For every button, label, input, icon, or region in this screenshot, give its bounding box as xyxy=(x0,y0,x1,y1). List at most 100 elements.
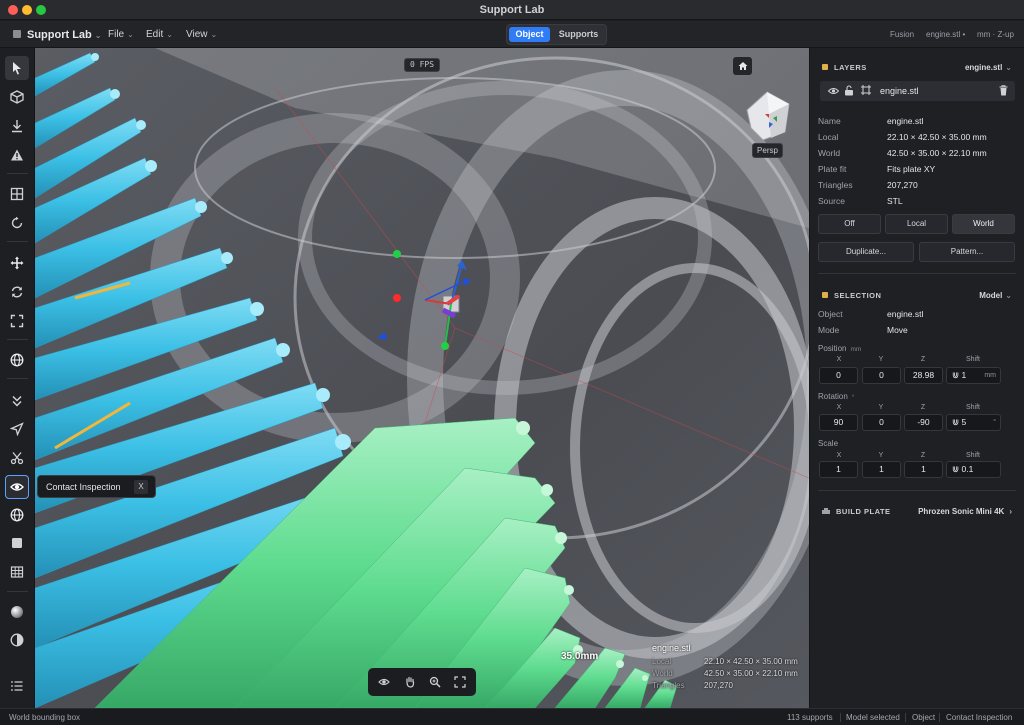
bbox-world-button[interactable]: World xyxy=(952,214,1015,234)
menu-edit[interactable]: Edit ⌄ xyxy=(146,29,173,40)
material-tool-button[interactable] xyxy=(5,600,29,624)
duplicate-button[interactable]: Duplicate... xyxy=(818,242,914,262)
axis-label: Shift xyxy=(965,452,980,459)
3d-viewport[interactable]: 0 FPS Persp 35.0mm engine.stl Local 22.10… xyxy=(35,48,809,708)
lock-icon xyxy=(822,64,828,70)
rotation-y-input[interactable]: 0 xyxy=(862,414,901,431)
tab-supports[interactable]: Supports xyxy=(553,27,604,42)
axis-label: Z xyxy=(920,356,926,363)
rotation-label: Rotation ° xyxy=(818,392,855,401)
bbox-local-button[interactable]: Local xyxy=(885,214,948,234)
orbit-tool-button[interactable] xyxy=(5,211,29,235)
hand-icon xyxy=(406,676,415,688)
move-icon xyxy=(10,256,24,270)
frame-icon xyxy=(861,85,871,95)
position-shift-input[interactable]: ⋓ 1 mm xyxy=(946,367,1001,384)
axis-label: X xyxy=(836,356,842,363)
download-icon xyxy=(12,120,22,133)
zoom-button[interactable] xyxy=(428,675,442,689)
position-z-input[interactable]: 28.98 xyxy=(904,367,943,384)
lock-toggle[interactable] xyxy=(844,85,854,99)
import-tool-button[interactable] xyxy=(5,114,29,138)
scale-y-input[interactable]: 1 xyxy=(862,461,901,478)
selection-mode-dropdown[interactable]: Model ⌄ xyxy=(979,291,1012,300)
position-y-input[interactable]: 0 xyxy=(862,367,901,384)
prop-mode: Mode Move xyxy=(818,325,908,335)
contrast-tool-button[interactable] xyxy=(5,628,29,652)
fps-counter: 0 FPS xyxy=(404,58,440,72)
scale-z-input[interactable]: 1 xyxy=(904,461,943,478)
look-button[interactable] xyxy=(377,675,391,689)
hud-row: World 42.50 × 35.00 × 22.10 mm xyxy=(652,669,798,678)
fullscreen-icon xyxy=(454,676,466,688)
globe-icon xyxy=(10,508,24,522)
trash-icon xyxy=(999,85,1008,96)
tool-tooltip: Contact Inspection X xyxy=(37,475,156,498)
bounds-toggle[interactable] xyxy=(861,85,871,98)
hud-object-name: engine.stl xyxy=(652,643,691,653)
axis-label: Y xyxy=(878,404,884,411)
prop-local: Local 22.10 × 42.50 × 35.00 mm xyxy=(818,132,987,142)
fullscreen-button[interactable] xyxy=(453,675,467,689)
rotate-tool-button[interactable] xyxy=(5,280,29,304)
layers-file-dropdown[interactable]: engine.stl ⌄ xyxy=(965,63,1012,72)
tab-object[interactable]: Object xyxy=(509,27,550,42)
properties-panel: LAYERS engine.stl ⌄ engine.stl Name engine… xyxy=(809,48,1024,708)
send-icon xyxy=(10,422,24,436)
rotation-x-input[interactable]: 90 xyxy=(819,414,858,431)
tooltip-label: Contact Inspection xyxy=(46,482,121,492)
send-tool-button[interactable] xyxy=(5,417,29,441)
eye-icon xyxy=(10,483,24,491)
solid-view-tool-button[interactable] xyxy=(5,531,29,555)
cube-icon xyxy=(10,90,24,104)
eye-icon xyxy=(378,678,390,686)
delete-layer-button[interactable] xyxy=(999,85,1008,99)
layer-item[interactable]: engine.stl xyxy=(820,81,1015,101)
cut-tool-button[interactable] xyxy=(5,446,29,470)
chevrons-down-icon xyxy=(12,395,22,407)
axis-label: Y xyxy=(878,356,884,363)
view-navigation-bar xyxy=(368,668,476,696)
home-view-button[interactable] xyxy=(733,57,752,75)
world-view-tool-button[interactable] xyxy=(5,503,29,527)
scale-tool-button[interactable] xyxy=(5,309,29,333)
printer-selector[interactable]: Phrozen Sonic Mini 4K › xyxy=(918,507,1012,516)
selection-header[interactable]: SELECTION xyxy=(822,291,881,300)
build-plate-header[interactable]: BUILD PLATE xyxy=(822,507,891,517)
collapse-tool-button[interactable] xyxy=(5,389,29,413)
eye-icon xyxy=(827,88,840,94)
world-tool-button[interactable] xyxy=(5,348,29,372)
warning-tool-button[interactable] xyxy=(5,143,29,167)
cube-tool-button[interactable] xyxy=(5,85,29,109)
pattern-button[interactable]: Pattern... xyxy=(919,242,1015,262)
list-tool-button[interactable] xyxy=(5,674,29,698)
layer-name: engine.stl xyxy=(880,86,919,96)
status-selection: Model selected xyxy=(846,713,900,722)
file-label: engine.stl • xyxy=(926,30,966,39)
status-message: World bounding box xyxy=(9,713,81,722)
move-tool-button[interactable] xyxy=(5,251,29,275)
rotation-z-input[interactable]: -90 xyxy=(904,414,943,431)
position-x-input[interactable]: 0 xyxy=(819,367,858,384)
prop-object: Object engine.stl xyxy=(818,309,924,319)
workspace-label: Fusion xyxy=(890,30,915,39)
rotation-shift-input[interactable]: ⋓ 5 ° xyxy=(946,414,1001,431)
app-menu[interactable]: Support Lab ⌄ xyxy=(27,29,101,41)
scale-shift-input[interactable]: ⋓ 0.1 xyxy=(946,461,1001,478)
globe-icon xyxy=(10,353,24,367)
prop-name: Name engine.stl xyxy=(818,116,924,126)
contact-inspection-tool-button[interactable] xyxy=(5,475,29,499)
menu-file[interactable]: File ⌄ xyxy=(108,29,134,40)
camera-mode-toggle[interactable]: Persp xyxy=(752,143,783,158)
scale-label: Scale xyxy=(818,439,839,448)
scale-x-input[interactable]: 1 xyxy=(819,461,858,478)
visibility-toggle[interactable] xyxy=(827,86,840,99)
table-tool-button[interactable] xyxy=(5,560,29,584)
menu-view[interactable]: View ⌄ xyxy=(186,29,217,40)
bbox-off-button[interactable]: Off xyxy=(818,214,881,234)
hud-row: Triangles 207,270 xyxy=(652,681,733,690)
grid-tool-button[interactable] xyxy=(5,182,29,206)
select-tool-button[interactable] xyxy=(5,56,29,80)
pan-button[interactable] xyxy=(403,675,417,689)
layers-header[interactable]: LAYERS xyxy=(822,63,867,72)
